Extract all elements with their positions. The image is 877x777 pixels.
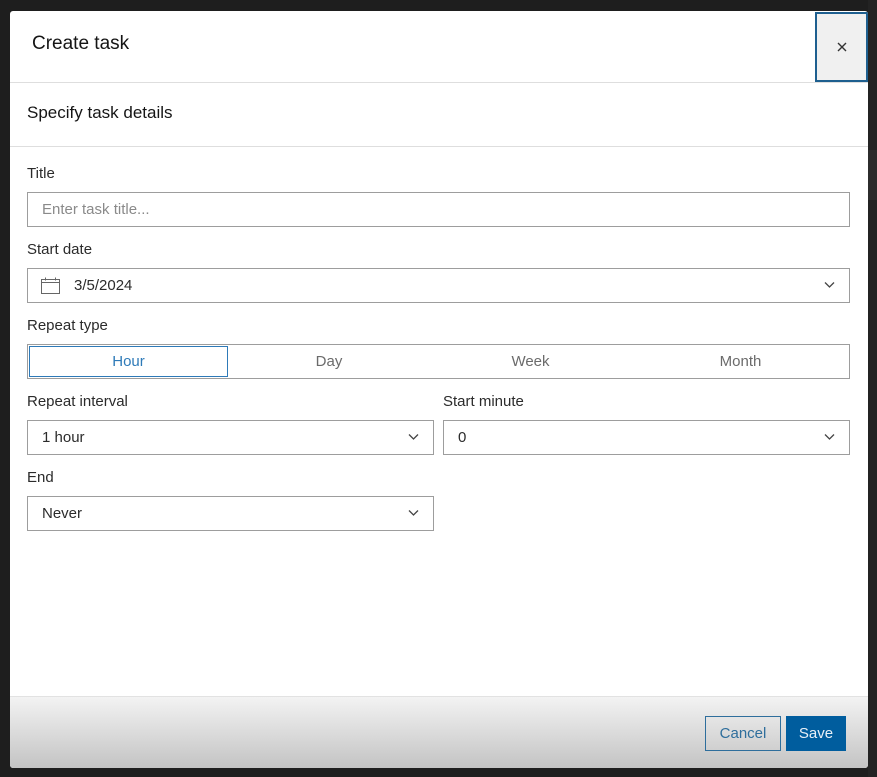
repeat-interval-label: Repeat interval [27, 393, 128, 410]
start-date-value: 3/5/2024 [74, 277, 133, 294]
calendar-icon [41, 277, 60, 294]
repeat-type-hour[interactable]: Hour [29, 346, 228, 377]
repeat-interval-select[interactable]: 1 hour [27, 420, 434, 455]
end-select[interactable]: Never [27, 496, 434, 531]
repeat-type-segmented-control: Hour Day Week Month [27, 344, 850, 379]
dialog-header: Create task [10, 11, 868, 83]
save-button[interactable]: Save [786, 716, 846, 751]
chevron-down-icon [408, 434, 419, 440]
title-label: Title [27, 165, 55, 182]
end-value: Never [42, 505, 83, 522]
section-title: Specify task details [27, 103, 173, 122]
start-minute-label: Start minute [443, 393, 524, 410]
chevron-down-icon [824, 282, 835, 288]
start-minute-value: 0 [458, 429, 467, 446]
chevron-down-icon [408, 510, 419, 516]
section-header: Specify task details [10, 83, 868, 147]
repeat-interval-value: 1 hour [42, 429, 85, 446]
background-hint [868, 150, 877, 200]
start-date-picker[interactable]: 3/5/2024 [27, 268, 850, 303]
cancel-button[interactable]: Cancel [705, 716, 781, 751]
start-minute-select[interactable]: 0 [443, 420, 850, 455]
chevron-down-icon [824, 434, 835, 440]
repeat-type-week[interactable]: Week [429, 345, 632, 378]
start-date-label: Start date [27, 241, 93, 258]
title-field-wrapper [27, 192, 850, 227]
repeat-type-label: Repeat type [27, 317, 108, 334]
background-app [868, 0, 877, 777]
dialog-footer: Cancel Save [10, 696, 868, 768]
dialog-title: Create task [32, 33, 130, 54]
repeat-type-day[interactable]: Day [229, 345, 429, 378]
create-task-dialog: Create task Specify task details Title S… [10, 11, 868, 768]
close-icon [837, 42, 846, 52]
repeat-type-month[interactable]: Month [632, 345, 849, 378]
close-button[interactable] [815, 12, 868, 82]
end-label: End [27, 469, 54, 486]
title-input[interactable] [28, 193, 849, 226]
